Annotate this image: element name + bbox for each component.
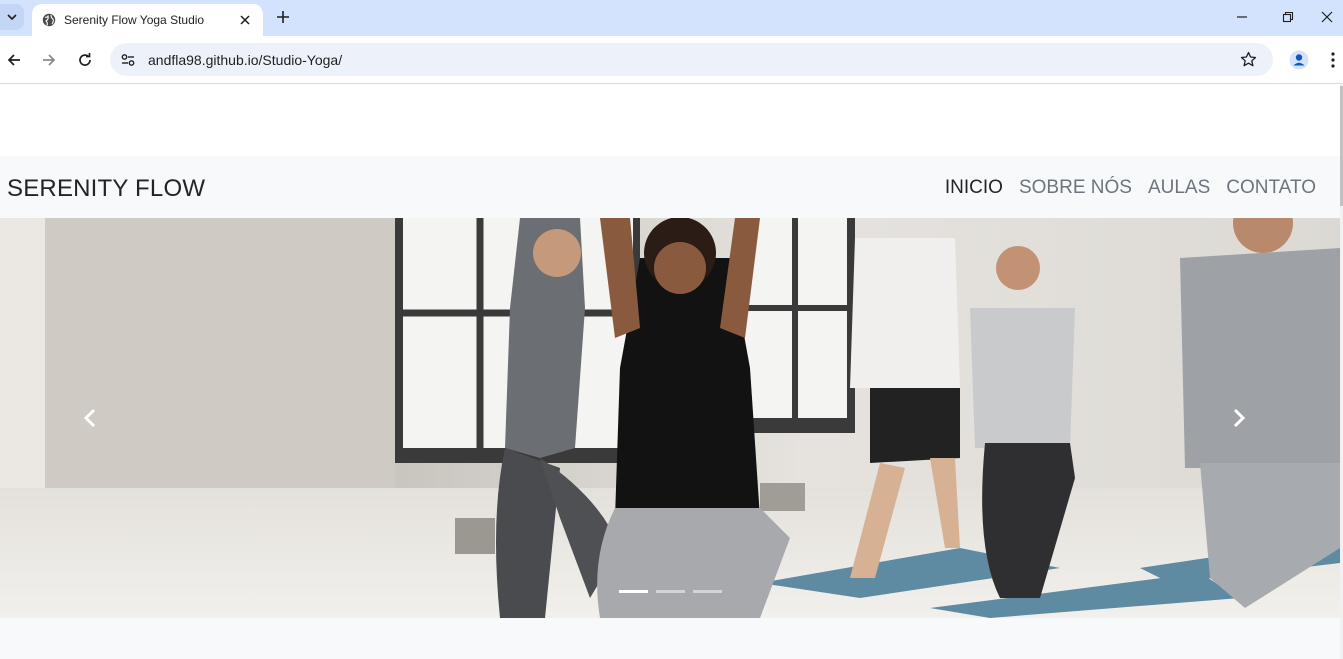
reload-button[interactable] (73, 48, 97, 72)
arrow-left-icon (7, 54, 20, 66)
page-section-below (0, 618, 1343, 659)
profile-button[interactable] (1287, 48, 1311, 72)
minimize-icon (1237, 16, 1247, 18)
carousel-indicator-3[interactable] (692, 590, 722, 593)
chevron-down-icon (7, 14, 17, 21)
nav-link-aulas[interactable]: AULAS (1148, 177, 1210, 199)
close-icon (1321, 11, 1333, 23)
site-settings-icon[interactable] (120, 52, 136, 73)
browser-toolbar: andfla98.github.io/Studio-Yoga/ (0, 36, 1343, 83)
arrow-right-icon (43, 54, 56, 66)
address-bar[interactable]: andfla98.github.io/Studio-Yoga/ (110, 43, 1273, 76)
profile-avatar-icon (1289, 50, 1309, 70)
hero-carousel (0, 218, 1340, 618)
carousel-indicator-1[interactable] (618, 590, 648, 593)
restore-button[interactable] (1265, 0, 1311, 34)
nav-link-contato[interactable]: CONTATO (1226, 177, 1316, 199)
reload-icon (79, 53, 91, 66)
minimize-button[interactable] (1219, 0, 1265, 34)
close-window-button[interactable] (1311, 0, 1343, 34)
site-navbar: SERENITY FLOW INICIO SOBRE NÓS AULAS CON… (0, 156, 1340, 218)
chevron-left-icon (83, 408, 96, 428)
tab-search-button[interactable] (0, 4, 24, 30)
site-brand[interactable]: SERENITY FLOW (7, 175, 205, 203)
globe-icon (42, 13, 56, 27)
bookmark-star-icon[interactable] (1240, 51, 1257, 73)
new-tab-button[interactable] (272, 6, 294, 28)
browser-menu-button[interactable] (1323, 48, 1343, 72)
chevron-right-icon (1233, 408, 1246, 428)
nav-link-sobre-nos[interactable]: SOBRE NÓS (1019, 177, 1132, 199)
tab-title: Serenity Flow Yoga Studio (64, 13, 205, 27)
nav-link-inicio[interactable]: INICIO (945, 177, 1003, 199)
browser-tab-active[interactable]: Serenity Flow Yoga Studio (32, 4, 263, 36)
carousel-indicators (0, 590, 1340, 593)
restore-icon (1282, 11, 1294, 23)
more-vertical-icon (1331, 52, 1335, 68)
carousel-prev-button[interactable] (0, 218, 180, 618)
carousel-next-button[interactable] (1149, 218, 1329, 618)
tab-close-icon[interactable] (237, 12, 253, 28)
yoga-class-photo (0, 218, 1340, 618)
web-page: SERENITY FLOW INICIO SOBRE NÓS AULAS CON… (0, 84, 1343, 659)
browser-tab-strip: Serenity Flow Yoga Studio (0, 0, 1343, 36)
plus-icon (277, 11, 289, 23)
carousel-indicator-2[interactable] (655, 590, 685, 593)
url-text[interactable]: andfla98.github.io/Studio-Yoga/ (148, 52, 342, 68)
forward-button[interactable] (37, 48, 61, 72)
back-button[interactable] (2, 48, 26, 72)
nav-links: INICIO SOBRE NÓS AULAS CONTATO (945, 177, 1316, 199)
